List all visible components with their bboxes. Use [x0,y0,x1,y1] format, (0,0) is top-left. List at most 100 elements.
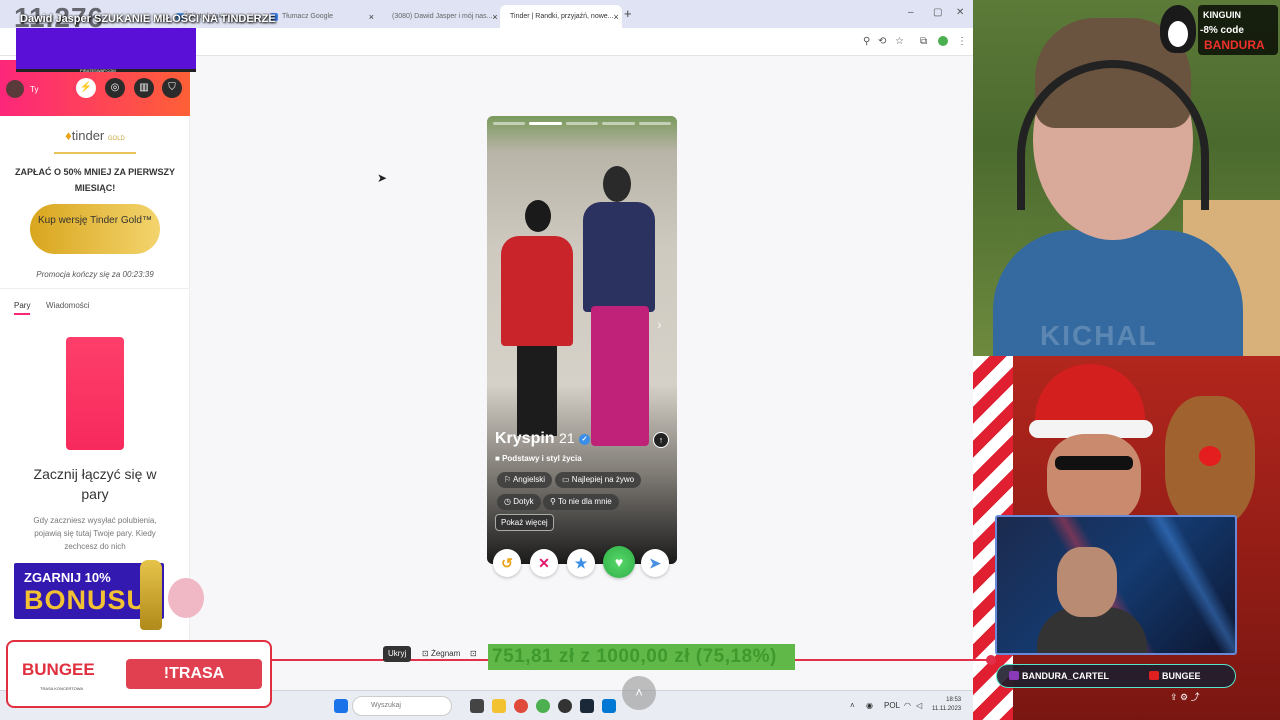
touch-icon: ◷ [504,497,511,506]
steam-icon[interactable] [580,699,594,713]
avatar[interactable] [6,80,24,98]
photo-progress-segment[interactable] [565,122,599,125]
location-icon[interactable]: ⚲ [863,36,870,47]
webcam-bungee [995,515,1237,655]
person-icon: ⚲ [550,497,556,506]
minimize-icon[interactable]: – [908,7,914,18]
sidebar-tabs: Pary Wiadomości [0,288,190,315]
promo-text: ZAPŁAĆ O 50% MNIEJ ZA PIERWSZY MIESIĄC! [14,167,176,193]
chip-text: Dotyk [513,497,534,506]
shield-icon[interactable]: ⛉ [162,78,182,98]
close-icon[interactable]: × [614,12,619,22]
rewind-icon[interactable]: ↺ [493,549,521,577]
social-name: BANDURA_CARTEL [1022,671,1109,681]
bottle-icon [140,560,162,630]
wifi-icon[interactable]: ◠ [904,701,911,710]
photo-progress-segment[interactable] [638,122,671,125]
chevron-right-icon[interactable]: › [657,316,662,332]
super-like-icon[interactable]: ★ [567,549,595,577]
translate-page-icon[interactable]: ⟲ [878,36,886,47]
profile-icon[interactable] [938,36,948,46]
info-icon[interactable]: ↑ [653,432,669,448]
volume-icon[interactable]: ◁ [916,701,922,710]
exit-icon: ⊡ [422,649,429,658]
chevron-up-bubble-icon[interactable]: ˄ [622,676,656,710]
dog-nose [1199,446,1221,466]
folder-icon[interactable] [492,699,506,713]
bonus-line2: BONUSU [24,585,148,615]
maximize-icon[interactable]: ▢ [933,7,942,18]
tab-messages[interactable]: Wiadomości [46,301,90,310]
close-icon[interactable]: × [369,12,374,22]
user-label[interactable]: Ty [30,85,38,94]
chrome-icon[interactable] [536,699,550,713]
compass-icon[interactable]: ◎ [105,78,125,98]
buy-gold-button[interactable]: Kup wersję Tinder Gold™ [30,204,160,254]
share-icon: ⇪ ⚙ ⤴ [1170,692,1200,702]
bonus-line1: ZGARNIJ 10% [24,570,111,585]
boost-icon[interactable]: ➤ [641,549,669,577]
show-more-button[interactable]: Pokaż więcej [495,514,554,531]
chip-love-language: ◷ Dotyk [497,494,541,510]
lightning-icon[interactable]: ⚡ [76,78,96,98]
empty-description: Gdy zaczniesz wysyłać polubienia, pojawi… [33,516,157,551]
bungee-banner: BUNGEE TRASA KONCERTOWA !TRASA [6,640,272,708]
tab-tinder[interactable]: Tinder | Randki, przyjaźń, nowe... × [500,5,622,28]
promo-code: BANDURA [1204,38,1265,52]
tab-matches[interactable]: Pary [14,301,31,315]
photo-progress-segment[interactable] [602,122,635,125]
windows-start-icon[interactable] [334,699,348,713]
tab-label: Tinder | Randki, przyjaźń, nowe... [510,13,614,20]
bookmark-star-icon[interactable]: ☆ [895,36,904,47]
plus-icon[interactable]: + [624,6,632,21]
profile-card[interactable]: › Kryspin 21 ✓ ↑ ■ Podstawy i styl życia… [487,116,677,564]
nope-icon[interactable]: ✕ [530,549,558,577]
mic-icon[interactable]: ◉ [866,701,873,710]
obs-icon[interactable] [558,699,572,713]
chip-text: To nie dla mnie [557,497,612,506]
lifestyle-icon: ■ [495,454,500,463]
menu-dots-icon[interactable]: ⋮ [957,36,967,47]
bungee-logo: BUNGEE [22,660,95,679]
sunglasses-icon [1055,456,1133,470]
taskbar-clock[interactable]: 18:53 11.11.2023 [932,696,961,714]
photo-progress-segment[interactable] [493,122,526,125]
like-icon[interactable]: ♥ [603,546,635,578]
divider [54,152,136,154]
age-text: 21 [559,430,575,446]
taskbar-search[interactable]: Wyszukaj [352,696,452,716]
task-view-icon[interactable] [470,699,484,713]
hide-button[interactable]: Ukryj [383,646,412,662]
lifestyle-label: ■ Podstawy i styl życia [495,454,582,463]
tab-translate[interactable]: Tłumacz Google × [264,5,380,28]
tab-youtube[interactable]: (3080) Dawid Jasper i mój nas... × [382,5,498,28]
firefox-icon[interactable] [514,699,528,713]
store-icon[interactable] [602,699,616,713]
photo-person [501,196,573,436]
more-button-icon[interactable]: ⊡ [470,646,477,662]
discount-label: -8% code [1200,25,1244,36]
watermark: KICHAL [1040,320,1158,351]
trasa-label: !TRASA [126,659,262,689]
empty-match-card [66,337,124,450]
close-icon[interactable]: × [492,12,497,22]
chip-kids: ⚲ To nie dla mnie [543,494,619,510]
briefcase-icon[interactable]: ▥ [134,78,154,98]
bye-label: Żegnam [430,649,461,658]
clock-time: 18:53 [946,697,962,703]
social-bar: BANDURA_CARTEL BUNGEE [996,664,1236,688]
clock-date: 11.11.2023 [932,706,962,712]
name-text: Kryspin [495,430,555,447]
language-indicator[interactable]: POL [884,701,900,710]
lifestyle-text: Podstawy i styl życia [502,454,582,463]
kinguin-label: KINGUIN [1203,10,1241,20]
bye-button[interactable]: ⊡ Żegnam [422,646,460,662]
chip-language: ⚐ Angielski [497,472,552,488]
language-icon: ⚐ [504,475,512,484]
extensions-icon[interactable]: ⧉ [920,36,927,47]
chevron-up-icon[interactable]: ˄ [850,701,855,710]
photo-progress-segment[interactable] [529,122,562,125]
stream-title: Dawid Jasper SZUKANIE MIŁOŚCI NA TINDERZ… [20,13,276,25]
youtube-icon [1149,671,1159,680]
close-window-icon[interactable]: ✕ [956,7,964,18]
